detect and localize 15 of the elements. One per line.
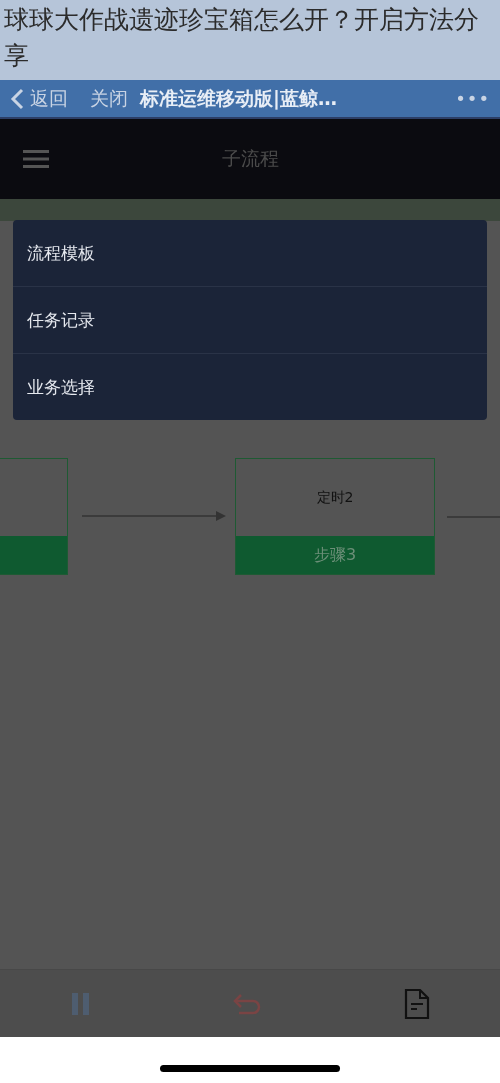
close-button[interactable]: 关闭: [90, 85, 128, 112]
back-button[interactable]: 返回: [10, 85, 68, 112]
node-step: 步骤3: [313, 544, 357, 566]
caption-text: 球球大作战遗迹珍宝箱怎么开？开启方法分享: [4, 5, 479, 70]
menu-item[interactable]: 任务记录: [13, 287, 487, 354]
menu-item[interactable]: 流程模板: [13, 220, 487, 287]
node-name: 定时2: [316, 488, 354, 507]
menu-item[interactable]: 业务选择: [13, 354, 487, 420]
page-title: 标准运维移动版|蓝鲸…: [140, 85, 337, 112]
menu-icon[interactable]: [23, 149, 49, 169]
more-button[interactable]: •••: [455, 88, 490, 109]
back-chevron-icon: [10, 87, 24, 110]
header-title: 子流程: [220, 146, 280, 171]
document-icon[interactable]: [403, 987, 430, 1020]
flow-node[interactable]: 定时2 步骤3: [235, 458, 435, 575]
